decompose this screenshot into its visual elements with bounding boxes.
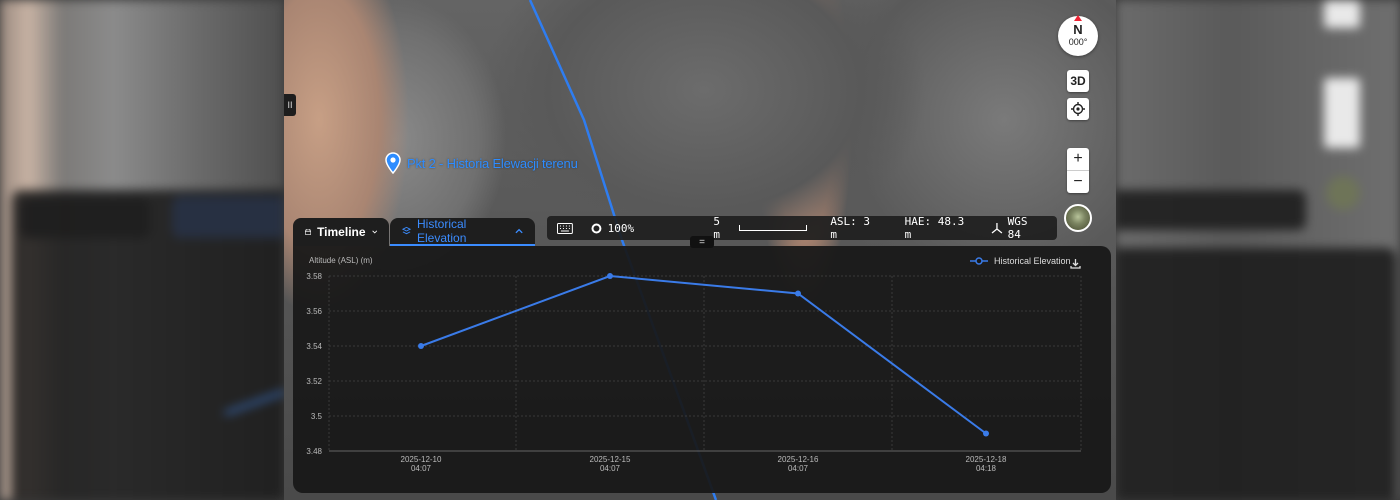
calendar-icon	[305, 228, 312, 236]
3d-toggle-button[interactable]: 3D	[1067, 70, 1089, 92]
map-point-label: Pkt 2 - Historia Elewacji terenu	[407, 155, 578, 171]
tab-historical-elevation[interactable]: Historical Elevation	[390, 217, 535, 246]
chevron-up-icon	[515, 228, 523, 234]
basemap-switch-button[interactable]	[1064, 204, 1092, 232]
compass-icon	[1074, 15, 1082, 21]
blurred-left-background	[0, 0, 284, 500]
chevron-down-icon	[371, 230, 377, 234]
download-icon	[1070, 259, 1081, 269]
map-point-marker[interactable]: Pkt 2 - Historia Elewacji terenu	[385, 152, 578, 174]
keyboard-icon[interactable]	[557, 222, 573, 234]
tab-timeline-label: Timeline	[317, 225, 366, 239]
zoom-controls: + −	[1067, 148, 1089, 193]
tab-historical-label: Historical Elevation	[417, 217, 467, 245]
map-info-bar: 100% 5 m ASL: 3 m HAE: 48.3 m WGS 84	[547, 215, 1057, 241]
zoom-in-button[interactable]: +	[1067, 148, 1089, 171]
chart-y-axis-label: Altitude (ASL) (m)	[309, 256, 373, 265]
legend-line-icon	[970, 257, 988, 265]
download-button[interactable]	[1070, 256, 1081, 274]
crs-label[interactable]: WGS 84	[1008, 215, 1047, 241]
tab-timeline[interactable]: Timeline	[293, 218, 389, 246]
hae-readout: HAE: 48.3 m	[904, 215, 965, 241]
panel-resize-handle[interactable]: =	[690, 236, 714, 248]
compass-button[interactable]: N 000°	[1058, 15, 1098, 56]
locate-icon	[1071, 102, 1085, 116]
coordinate-system-icon	[991, 223, 1003, 234]
layers-icon	[402, 226, 411, 235]
scale-bar	[739, 225, 807, 231]
locate-button[interactable]	[1067, 98, 1089, 120]
sidebar-toggle-button[interactable]: II	[284, 94, 296, 116]
location-pin-icon	[385, 152, 401, 174]
compass-north-label: N	[1073, 22, 1083, 37]
chart-legend[interactable]: Historical Elevation	[970, 256, 1071, 266]
opacity-value: 100%	[607, 221, 635, 235]
scale-label: 5 m	[713, 215, 721, 241]
opacity-circle-icon[interactable]	[591, 223, 602, 234]
compass-heading: 000°	[1068, 37, 1088, 47]
legend-series-name: Historical Elevation	[994, 256, 1071, 266]
elevation-chart-panel	[293, 246, 1111, 493]
blurred-right-background	[1116, 0, 1400, 500]
zoom-out-button[interactable]: −	[1067, 171, 1089, 193]
asl-readout: ASL: 3 m	[830, 215, 871, 241]
